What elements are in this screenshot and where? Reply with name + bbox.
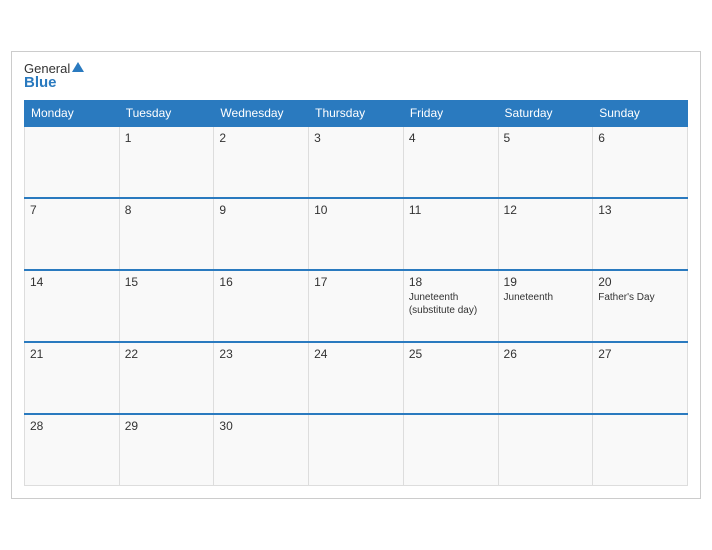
day-number: 20 xyxy=(598,275,682,289)
calendar-cell: 29 xyxy=(119,414,214,486)
day-number: 29 xyxy=(125,419,209,433)
calendar-cell xyxy=(309,414,404,486)
calendar-cell: 15 xyxy=(119,270,214,342)
calendar-cell: 10 xyxy=(309,198,404,270)
logo-blue-text: Blue xyxy=(24,75,84,90)
day-event: Juneteenth xyxy=(409,291,493,304)
calendar-cell: 7 xyxy=(25,198,120,270)
calendar-cell: 1 xyxy=(119,126,214,198)
day-number: 3 xyxy=(314,131,398,145)
calendar-cell: 16 xyxy=(214,270,309,342)
day-event: Juneteenth xyxy=(504,291,588,304)
calendar-cell: 14 xyxy=(25,270,120,342)
day-number: 4 xyxy=(409,131,493,145)
calendar-cell: 13 xyxy=(593,198,688,270)
logo-general-text: General xyxy=(24,62,84,75)
calendar-cell: 4 xyxy=(403,126,498,198)
calendar-cell: 22 xyxy=(119,342,214,414)
calendar-cell: 17 xyxy=(309,270,404,342)
calendar-week-1: 789 10 11 12 13 xyxy=(25,198,688,270)
calendar-cell: 12 xyxy=(498,198,593,270)
calendar-cell: 27 xyxy=(593,342,688,414)
day-number: 30 xyxy=(219,419,303,433)
logo: General Blue xyxy=(24,62,84,90)
calendar-cell: 3 xyxy=(309,126,404,198)
calendar-cell: 30 xyxy=(214,414,309,486)
calendar-cell xyxy=(25,126,120,198)
calendar-cell: 28 xyxy=(25,414,120,486)
day-number: 16 xyxy=(219,275,303,289)
day-event: (substitute day) xyxy=(409,304,493,317)
day-number: 28 xyxy=(30,419,114,433)
column-header-monday: Monday xyxy=(25,100,120,126)
day-number: 24 xyxy=(314,347,398,361)
calendar-header-row: MondayTuesdayWednesdayThursdayFridaySatu… xyxy=(25,100,688,126)
calendar-cell xyxy=(593,414,688,486)
column-header-tuesday: Tuesday xyxy=(119,100,214,126)
calendar-cell: 19 Juneteenth xyxy=(498,270,593,342)
day-number: 17 xyxy=(314,275,398,289)
calendar-cell: 20 Father's Day xyxy=(593,270,688,342)
day-number: 2 xyxy=(219,131,303,145)
calendar: General Blue MondayTuesdayWednesdayThurs… xyxy=(11,51,701,500)
calendar-cell: 6 xyxy=(593,126,688,198)
day-number: 7 xyxy=(30,203,114,217)
calendar-cell: 9 xyxy=(214,198,309,270)
calendar-cell: 21 xyxy=(25,342,120,414)
day-number: 15 xyxy=(125,275,209,289)
calendar-cell: 26 xyxy=(498,342,593,414)
calendar-week-0: 123456 xyxy=(25,126,688,198)
day-number: 26 xyxy=(504,347,588,361)
day-number: 19 xyxy=(504,275,588,289)
calendar-header: General Blue xyxy=(24,62,688,90)
calendar-table: MondayTuesdayWednesdayThursdayFridaySatu… xyxy=(24,100,688,487)
calendar-cell xyxy=(498,414,593,486)
day-number: 1 xyxy=(125,131,209,145)
day-number: 10 xyxy=(314,203,398,217)
calendar-cell: 18 Juneteenth(substitute day) xyxy=(403,270,498,342)
day-number: 22 xyxy=(125,347,209,361)
day-number: 5 xyxy=(504,131,588,145)
calendar-thead: MondayTuesdayWednesdayThursdayFridaySatu… xyxy=(25,100,688,126)
day-event: Father's Day xyxy=(598,291,682,304)
column-header-wednesday: Wednesday xyxy=(214,100,309,126)
calendar-cell: 5 xyxy=(498,126,593,198)
day-number: 12 xyxy=(504,203,588,217)
calendar-body: 123456789101112131415161718Juneteenth(su… xyxy=(25,126,688,486)
calendar-cell: 8 xyxy=(119,198,214,270)
logo-triangle-icon xyxy=(72,62,84,72)
day-number: 23 xyxy=(219,347,303,361)
calendar-week-3: 21 22 23 24 25 26 27 xyxy=(25,342,688,414)
calendar-cell: 2 xyxy=(214,126,309,198)
day-number: 21 xyxy=(30,347,114,361)
day-number: 8 xyxy=(125,203,209,217)
calendar-cell: 25 xyxy=(403,342,498,414)
day-number: 25 xyxy=(409,347,493,361)
day-number: 13 xyxy=(598,203,682,217)
day-number: 14 xyxy=(30,275,114,289)
calendar-cell: 11 xyxy=(403,198,498,270)
column-header-sunday: Sunday xyxy=(593,100,688,126)
calendar-week-2: 1415161718Juneteenth(substitute day)19Ju… xyxy=(25,270,688,342)
day-number: 11 xyxy=(409,203,493,217)
calendar-week-4: 28 29 30 xyxy=(25,414,688,486)
day-number: 9 xyxy=(219,203,303,217)
column-header-thursday: Thursday xyxy=(309,100,404,126)
day-number: 27 xyxy=(598,347,682,361)
column-header-friday: Friday xyxy=(403,100,498,126)
day-number: 18 xyxy=(409,275,493,289)
column-header-saturday: Saturday xyxy=(498,100,593,126)
calendar-cell: 24 xyxy=(309,342,404,414)
calendar-cell xyxy=(403,414,498,486)
calendar-cell: 23 xyxy=(214,342,309,414)
day-number: 6 xyxy=(598,131,682,145)
